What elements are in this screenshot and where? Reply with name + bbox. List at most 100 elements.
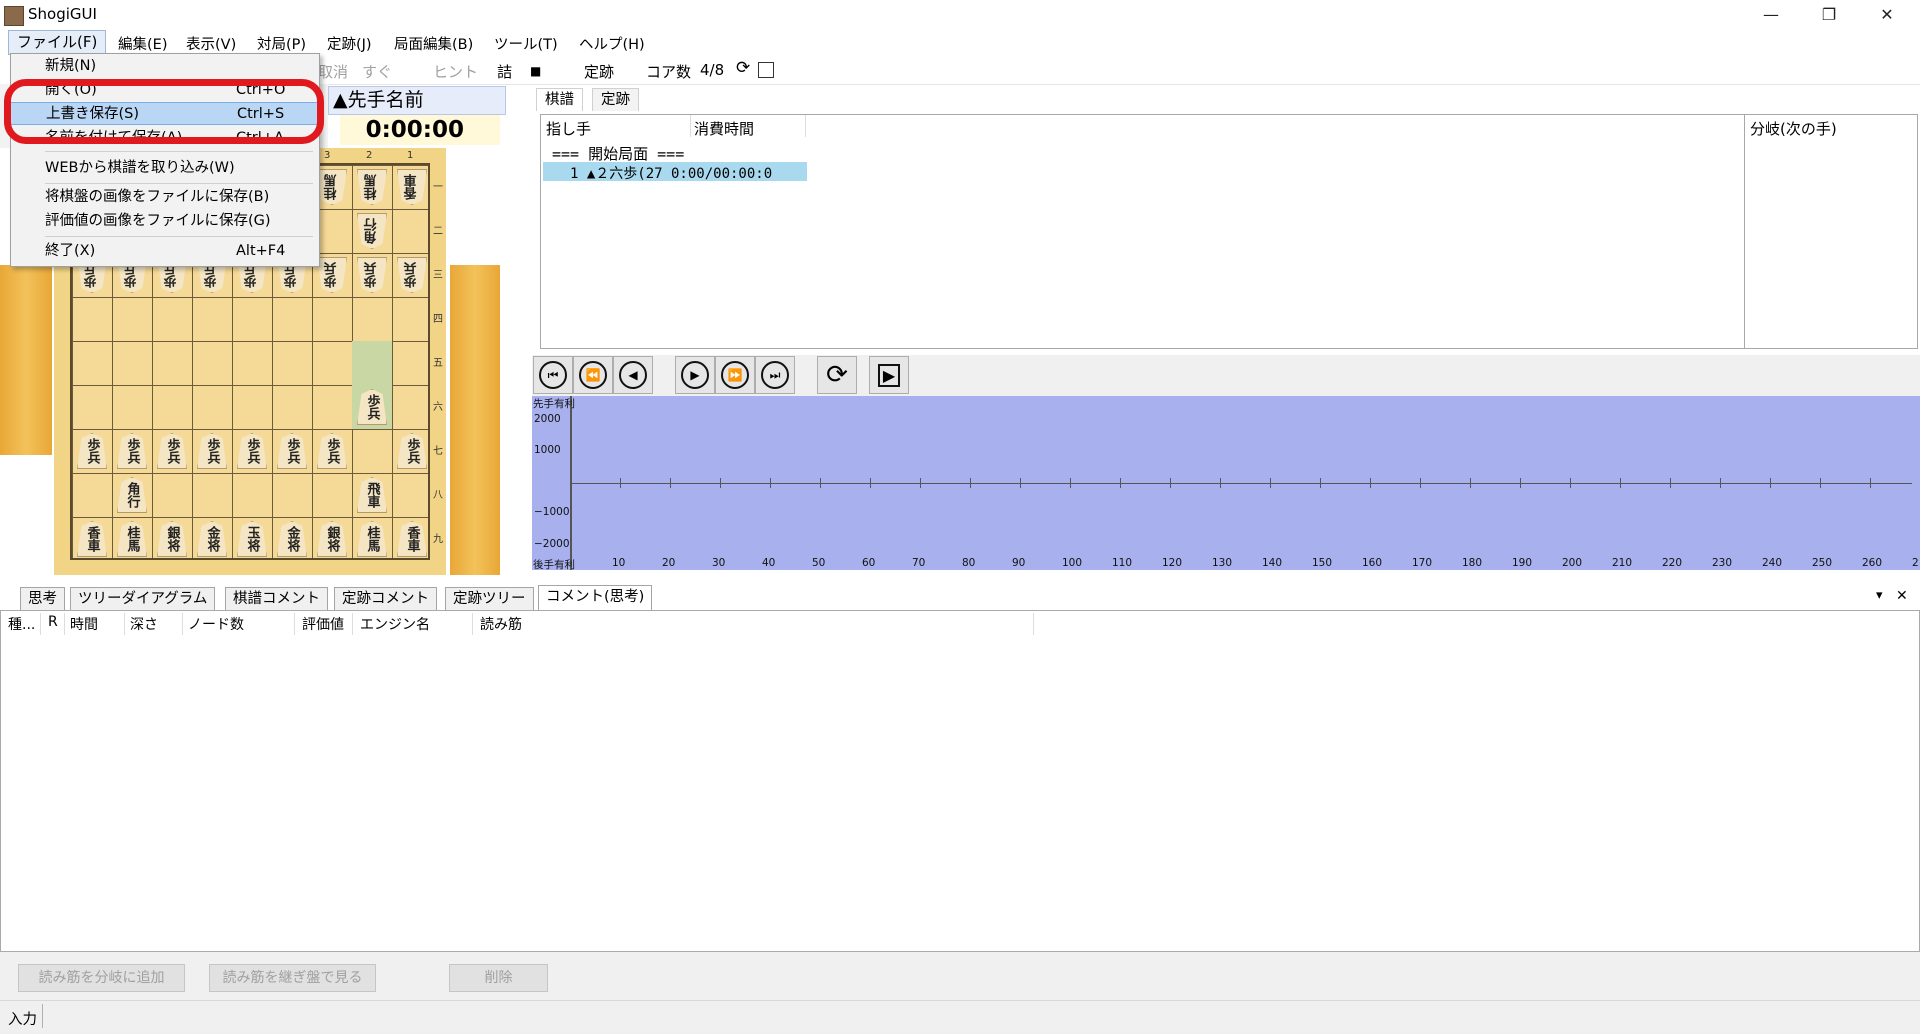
- sente-piece[interactable]: 飛車: [357, 477, 387, 513]
- refresh-icon[interactable]: ⟳: [736, 58, 750, 78]
- back-button[interactable]: ◀: [613, 356, 653, 394]
- piece-label: 歩兵: [324, 438, 340, 464]
- tab-thinking[interactable]: 思考: [20, 587, 65, 610]
- tab-joseki-tree[interactable]: 定跡ツリー: [445, 587, 534, 610]
- mate-search-button[interactable]: 詰: [497, 61, 512, 82]
- column-time[interactable]: 消費時間: [694, 118, 754, 139]
- sente-piece[interactable]: 桂馬: [357, 521, 387, 557]
- sente-piece[interactable]: 玉将: [237, 521, 267, 557]
- column-eval[interactable]: 評価値: [302, 614, 344, 634]
- sente-piece[interactable]: 金将: [277, 521, 307, 557]
- gote-piece[interactable]: 桂馬: [317, 169, 347, 205]
- graph-x-tickmark: [1820, 478, 1821, 488]
- piece-label: 桂馬: [324, 174, 340, 200]
- sente-piece[interactable]: 銀将: [157, 521, 187, 557]
- column-separator: [40, 613, 41, 635]
- sente-piece[interactable]: 歩兵: [117, 433, 147, 469]
- column-engine[interactable]: エンジン名: [360, 614, 430, 634]
- graph-x-tick: 160: [1362, 557, 1383, 569]
- sente-piece[interactable]: 香車: [77, 521, 107, 557]
- gote-piece[interactable]: 香車: [397, 169, 427, 205]
- play-button[interactable]: ▶: [869, 356, 909, 394]
- tab-kifu[interactable]: 棋譜: [536, 88, 583, 111]
- graph-y-tick: −1000: [534, 506, 570, 518]
- sente-piece[interactable]: 歩兵: [237, 433, 267, 469]
- menu-view[interactable]: 表示(V): [182, 33, 240, 54]
- hint-button[interactable]: ヒント: [433, 61, 478, 82]
- sente-piece[interactable]: 角行: [117, 477, 147, 513]
- column-nodes[interactable]: ノード数: [188, 614, 244, 634]
- tab-kifu-comment[interactable]: 棋譜コメント: [225, 587, 328, 610]
- menu-file[interactable]: ファイル(F): [8, 30, 107, 55]
- tab-joseki-comment[interactable]: 定跡コメント: [334, 587, 437, 610]
- back10-button[interactable]: ⏪: [573, 356, 613, 394]
- move-now-button[interactable]: すぐ: [362, 61, 392, 82]
- menu-item-import-web[interactable]: WEBから棋譜を取り込み(W): [10, 157, 318, 180]
- thinking-table[interactable]: [0, 610, 1920, 952]
- minimize-button[interactable]: —: [1742, 0, 1800, 29]
- joseki-button[interactable]: 定跡: [584, 61, 614, 82]
- sente-piece[interactable]: 金将: [197, 521, 227, 557]
- menu-help[interactable]: ヘルプ(H): [575, 33, 649, 54]
- restore-button[interactable]: ❐: [1800, 0, 1858, 29]
- gote-piece[interactable]: 角行: [357, 213, 387, 249]
- graph-x-tickmark: [1420, 478, 1421, 488]
- sente-piece[interactable]: 桂馬: [117, 521, 147, 557]
- gote-piece[interactable]: 歩兵: [317, 257, 347, 293]
- sente-piece[interactable]: 歩兵: [397, 433, 427, 469]
- gote-piece[interactable]: 歩兵: [397, 257, 427, 293]
- column-time[interactable]: 時間: [70, 614, 98, 634]
- sente-piece[interactable]: 歩兵: [357, 389, 387, 425]
- column-pv[interactable]: 読み筋: [480, 614, 522, 634]
- gote-piece[interactable]: 桂馬: [357, 169, 387, 205]
- menu-joseki[interactable]: 定跡(J): [323, 33, 376, 54]
- menu-item-exit[interactable]: 終了(X) Alt+F4: [10, 240, 318, 263]
- piece-label: 桂馬: [364, 174, 380, 200]
- view-pv-board-button[interactable]: 読み筋を継ぎ盤で見る: [209, 964, 376, 992]
- close-button[interactable]: ✕: [1858, 0, 1916, 29]
- graph-x-tick: 70: [912, 557, 926, 569]
- start-position-row[interactable]: === 開始局面 ===: [552, 143, 684, 164]
- column-separator: [64, 613, 65, 635]
- graph-x-tick: 50: [812, 557, 826, 569]
- tab-comment-thinking[interactable]: コメント(思考): [538, 585, 653, 611]
- sente-piece[interactable]: 歩兵: [317, 433, 347, 469]
- graph-x-tickmark: [970, 478, 971, 488]
- menu-position-edit[interactable]: 局面編集(B): [390, 33, 477, 54]
- kifu-list[interactable]: [540, 114, 1746, 349]
- menu-item-save-board-image[interactable]: 将棋盤の画像をファイルに保存(B): [10, 186, 318, 209]
- undo-button[interactable]: 取消: [318, 61, 348, 82]
- tab-close-icon[interactable]: ✕: [1896, 588, 1908, 604]
- sente-piece[interactable]: 銀将: [317, 521, 347, 557]
- column-rank[interactable]: R: [48, 614, 58, 630]
- stop-button[interactable]: ■: [530, 64, 541, 78]
- sente-piece[interactable]: 歩兵: [157, 433, 187, 469]
- tab-dropdown-icon[interactable]: ▾: [1876, 588, 1883, 603]
- menu-game[interactable]: 対局(P): [253, 33, 310, 54]
- sente-piece[interactable]: 歩兵: [77, 433, 107, 469]
- sente-piece[interactable]: 香車: [397, 521, 427, 557]
- reverse-board-button[interactable]: ⟳: [817, 356, 857, 394]
- sente-piece[interactable]: 歩兵: [277, 433, 307, 469]
- column-depth[interactable]: 深さ: [130, 614, 158, 634]
- column-type[interactable]: 種...: [8, 614, 35, 634]
- delete-button[interactable]: 削除: [449, 964, 548, 992]
- gote-piece[interactable]: 歩兵: [357, 257, 387, 293]
- graph-x-tickmark: [1020, 478, 1021, 488]
- column-move[interactable]: 指し手: [546, 118, 591, 139]
- sente-piece[interactable]: 歩兵: [197, 433, 227, 469]
- forward-button[interactable]: ▶: [675, 356, 715, 394]
- add-pv-branch-button[interactable]: 読み筋を分岐に追加: [18, 964, 185, 992]
- menu-tools[interactable]: ツール(T): [490, 33, 562, 54]
- menu-item-new[interactable]: 新規(N): [10, 55, 318, 78]
- branch-panel[interactable]: [1744, 114, 1918, 349]
- last-move-button[interactable]: ⏭: [755, 356, 795, 394]
- tab-tree-diagram[interactable]: ツリーダイアグラム: [70, 587, 216, 610]
- forward10-button[interactable]: ⏩: [715, 356, 755, 394]
- checkbox[interactable]: [758, 62, 774, 78]
- menu-item-save-eval-image[interactable]: 評価値の画像をファイルに保存(G): [10, 210, 318, 233]
- tab-joseki[interactable]: 定跡: [592, 88, 639, 111]
- menu-edit[interactable]: 編集(E): [114, 33, 171, 54]
- file-label: 2: [366, 150, 373, 161]
- first-move-button[interactable]: ⏮: [533, 356, 573, 394]
